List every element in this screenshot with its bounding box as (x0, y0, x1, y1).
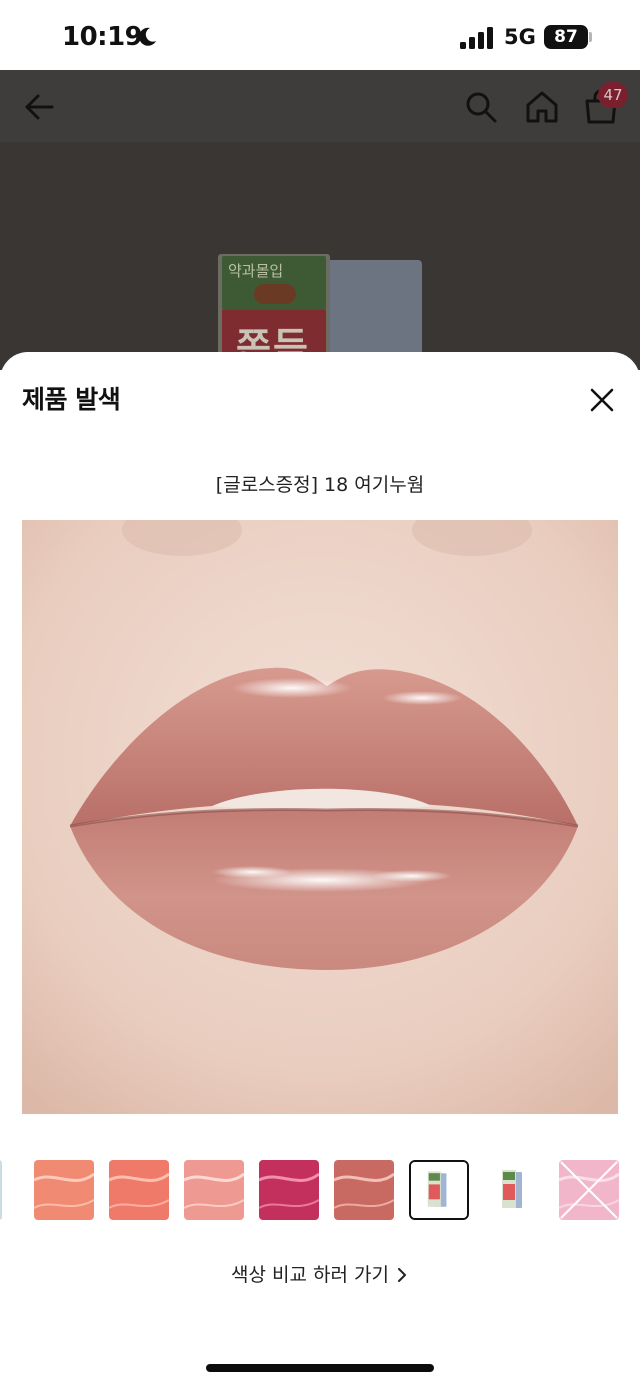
product-page-background: 약과몰입 쫀득 (0, 70, 640, 370)
search-icon[interactable] (464, 90, 498, 124)
lip-swatch-photo (22, 520, 618, 1114)
product-page-header (0, 70, 640, 142)
compare-colors-link[interactable]: 색상 비교 하러 가기 (0, 1260, 640, 1287)
sheet-title: 제품 발색 (22, 385, 121, 414)
box-top-text: 약과몰입 (228, 262, 284, 280)
status-time: 10:19 (62, 22, 143, 52)
close-icon[interactable] (584, 382, 620, 418)
box-illustration (254, 284, 296, 304)
swatch-thumbnail[interactable] (259, 1160, 319, 1220)
battery-indicator: 87 (544, 25, 588, 49)
swatch-thumbnail[interactable] (559, 1160, 619, 1220)
swatch-thumbnail[interactable] (334, 1160, 394, 1220)
gloss-swatch-image (259, 1160, 319, 1220)
cart-count-badge: 47 (598, 82, 628, 108)
chevron-right-icon (397, 1268, 406, 1282)
color-swatch-sheet: 제품 발색 [글로스증정] 18 여기누웜 색상 비교 하러 가기 (0, 352, 640, 1384)
gloss-swatch-image (34, 1160, 94, 1220)
moon-icon (139, 27, 156, 46)
swatch-thumbnail[interactable] (484, 1160, 544, 1220)
home-icon[interactable] (524, 89, 560, 125)
gloss-swatch-image (109, 1160, 169, 1220)
home-indicator (206, 1364, 434, 1372)
gloss-swatch-image (559, 1160, 619, 1220)
swatch-thumbnail[interactable] (34, 1160, 94, 1220)
swatch-thumbnail[interactable] (409, 1160, 469, 1220)
shade-name: [글로스증정] 18 여기누웜 (215, 474, 425, 496)
back-arrow-icon[interactable] (22, 90, 56, 124)
swatch-thumbnail-row (0, 1158, 640, 1222)
product-thumbnail-image (484, 1160, 544, 1220)
swatch-thumbnail[interactable] (109, 1160, 169, 1220)
status-bar: 10:19 5G 87 (0, 0, 640, 70)
swatch-thumbnail-partial[interactable] (0, 1160, 2, 1220)
signal-icon (460, 27, 493, 49)
gloss-swatch-image (184, 1160, 244, 1220)
network-label: 5G (504, 25, 536, 49)
gloss-swatch-image (334, 1160, 394, 1220)
swatch-thumbnail[interactable] (184, 1160, 244, 1220)
product-thumbnail-image (411, 1162, 467, 1218)
battery-cap (589, 32, 592, 42)
compare-colors-label: 색상 비교 하러 가기 (231, 1264, 389, 1286)
